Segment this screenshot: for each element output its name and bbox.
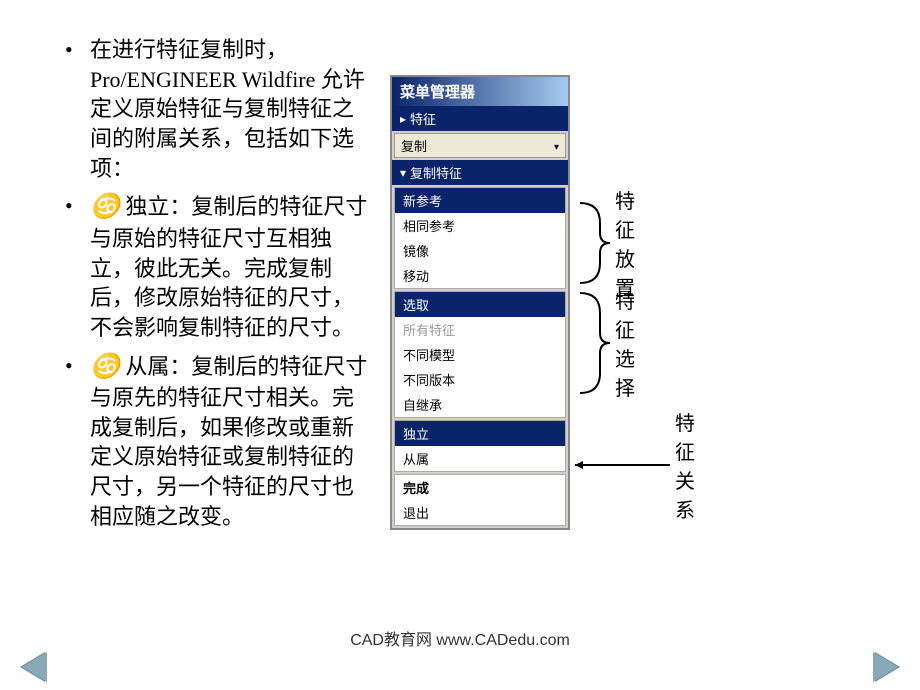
menu-item-diff-version[interactable]: 不同版本 (395, 367, 565, 392)
menu-dropdown-copy-label: 复制 (401, 136, 427, 155)
menu-illustration: 菜单管理器 特征 复制 复制特征 新参考 相同参考 镜像 移动 (390, 20, 900, 539)
caret-down-icon (554, 138, 559, 153)
menu-section-relation: 独立 从属 (394, 420, 566, 472)
bracket-selection: 特征选择 (575, 285, 635, 401)
body-3: 复制后的特征尺寸与原先的特征尺寸相关。完成复制后，如果修改或重新定义原始特征或复… (90, 354, 367, 529)
menu-title: 菜单管理器 (392, 77, 568, 106)
menu-dropdown-copy[interactable]: 复制 (394, 133, 566, 158)
label-placement: 特征放置 (615, 185, 635, 301)
menu-item-quit[interactable]: 退出 (395, 500, 565, 525)
menu-header-feature-label: 特征 (410, 109, 436, 128)
arrow-right-icon (400, 111, 406, 126)
nav-prev-button[interactable] (20, 652, 45, 682)
nav-next-button[interactable] (875, 652, 900, 682)
bullet-text-3: ♋ 从属：复制后的特征尺寸与原先的特征尺寸相关。完成复制后，如果修改或重新定义原… (90, 351, 370, 532)
menu-item-all-features: 所有特征 (395, 317, 565, 342)
label-relation: 特征关系 (675, 407, 695, 523)
arrow-down-icon (400, 165, 406, 180)
menu-item-independent[interactable]: 独立 (395, 421, 565, 446)
bold-prefix-3: 从属： (125, 354, 191, 379)
menu-item-new-ref[interactable]: 新参考 (395, 188, 565, 213)
bullet-marker: • (60, 191, 90, 342)
menu-section-selection: 选取 所有特征 不同模型 不同版本 自继承 (394, 291, 566, 418)
script-prefix-icon: ♋ (90, 354, 120, 380)
menu-item-done[interactable]: 完成 (395, 475, 565, 500)
text-column: • 在进行特征复制时，Pro/ENGINEER Wildfire 允许定义原始特… (20, 20, 370, 539)
menu-item-inherit[interactable]: 自继承 (395, 392, 565, 417)
arrow-relation: 特征关系 (575, 407, 695, 523)
bold-prefix-2: 独立： (125, 194, 191, 219)
footer-credit: CAD教育网 www.CADedu.com (0, 626, 920, 650)
menu-manager-panel: 菜单管理器 特征 复制 复制特征 新参考 相同参考 镜像 移动 (390, 75, 570, 530)
menu-section-actions: 完成 退出 (394, 474, 566, 526)
bracket-icon (575, 288, 615, 398)
bullet-marker: • (60, 35, 90, 183)
label-selection: 特征选择 (615, 285, 635, 401)
menu-item-dependent[interactable]: 从属 (395, 446, 565, 471)
menu-header-copy-feature[interactable]: 复制特征 (392, 160, 568, 185)
menu-item-move[interactable]: 移动 (395, 263, 565, 288)
bullet-marker: • (60, 351, 90, 532)
bracket-placement: 特征放置 (575, 185, 635, 301)
bullet-item-3: • ♋ 从属：复制后的特征尺寸与原先的特征尺寸相关。完成复制后，如果修改或重新定… (60, 351, 370, 532)
bullet-text-1: 在进行特征复制时，Pro/ENGINEER Wildfire 允许定义原始特征与… (90, 35, 370, 183)
menu-header-copy-feature-label: 复制特征 (410, 163, 462, 182)
bullet-item-1: • 在进行特征复制时，Pro/ENGINEER Wildfire 允许定义原始特… (60, 35, 370, 183)
menu-item-select[interactable]: 选取 (395, 292, 565, 317)
arrow-line-icon (575, 455, 675, 475)
menu-item-same-ref[interactable]: 相同参考 (395, 213, 565, 238)
menu-section-placement: 新参考 相同参考 镜像 移动 (394, 187, 566, 289)
bullet-item-2: • ♋ 独立：复制后的特征尺寸与原始的特征尺寸互相独立，彼此无关。完成复制后，修… (60, 191, 370, 342)
bracket-icon (575, 198, 615, 288)
script-prefix-icon: ♋ (90, 194, 120, 220)
menu-item-mirror[interactable]: 镜像 (395, 238, 565, 263)
bullet-text-2: ♋ 独立：复制后的特征尺寸与原始的特征尺寸互相独立，彼此无关。完成复制后，修改原… (90, 191, 370, 342)
menu-header-feature[interactable]: 特征 (392, 106, 568, 131)
menu-item-diff-model[interactable]: 不同模型 (395, 342, 565, 367)
